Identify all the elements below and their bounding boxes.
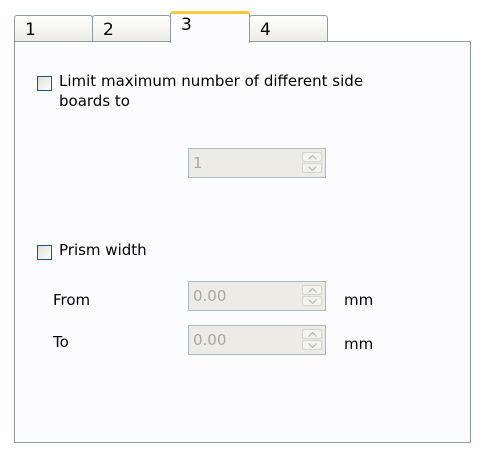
prism-width-label: Prism width — [59, 241, 147, 259]
chevron-up-icon — [308, 332, 317, 337]
tab-2[interactable]: 2 — [92, 15, 171, 42]
tab-strip: 1 2 3 4 — [0, 0, 484, 43]
tab-1[interactable]: 1 — [14, 15, 93, 42]
spin-down-button[interactable] — [302, 296, 322, 306]
from-label: From — [53, 291, 91, 309]
prism-width-to-spinner[interactable]: 0.00 — [188, 325, 326, 355]
chevron-down-icon — [308, 343, 317, 348]
spinner-buttons — [302, 152, 322, 174]
tab-3-active[interactable]: 3 — [170, 11, 250, 43]
limit-side-boards-label-line1: Limit maximum number of different side — [59, 72, 364, 90]
side-boards-count-spinner[interactable]: 1 — [188, 148, 326, 178]
from-unit-label: mm — [344, 291, 374, 309]
spin-down-button[interactable] — [302, 340, 322, 350]
to-label: To — [53, 333, 69, 351]
chevron-down-icon — [308, 299, 317, 304]
prism-width-from-spinner[interactable]: 0.00 — [188, 281, 326, 311]
side-boards-count-value: 1 — [193, 154, 203, 172]
prism-width-from-value: 0.00 — [193, 287, 227, 305]
chevron-up-icon — [308, 155, 317, 160]
tab-4[interactable]: 4 — [249, 15, 328, 42]
limit-side-boards-checkbox[interactable] — [37, 76, 52, 91]
spin-up-button[interactable] — [302, 329, 322, 339]
spinner-buttons — [302, 329, 322, 351]
spin-up-button[interactable] — [302, 285, 322, 295]
prism-width-to-value: 0.00 — [193, 331, 227, 349]
chevron-up-icon — [308, 288, 317, 293]
chevron-down-icon — [308, 166, 317, 171]
window: 1 2 3 4 Limit maximum number of differen… — [0, 0, 484, 454]
spin-down-button[interactable] — [302, 163, 322, 173]
limit-side-boards-label-line2: boards to — [59, 92, 130, 110]
to-unit-label: mm — [344, 335, 374, 353]
prism-width-checkbox[interactable] — [37, 245, 52, 260]
spinner-buttons — [302, 285, 322, 307]
tab-panel: Limit maximum number of different side b… — [14, 41, 471, 443]
spin-up-button[interactable] — [302, 152, 322, 162]
